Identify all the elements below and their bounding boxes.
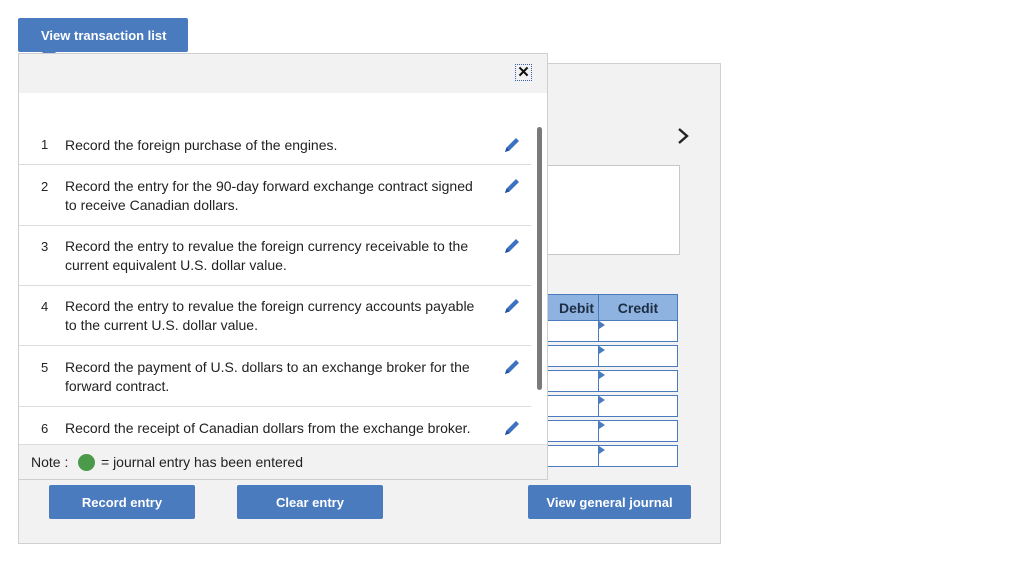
credit-cell[interactable] (598, 320, 678, 342)
item-number: 6 (41, 421, 49, 436)
item-number: 3 (41, 239, 49, 254)
credit-cell[interactable] (598, 345, 678, 367)
cell-marker-icon (599, 446, 605, 454)
view-transaction-list-button[interactable]: View transaction list (18, 18, 188, 59)
transaction-item-4[interactable]: 4 Record the entry to revalue the foreig… (19, 286, 531, 346)
transaction-item-1[interactable]: 1 Record the foreign purchase of the eng… (19, 124, 531, 165)
view-general-journal-button[interactable]: View general journal (528, 485, 691, 519)
record-entry-button[interactable]: Record entry (49, 485, 195, 519)
pencil-icon[interactable] (501, 356, 523, 378)
transaction-item-2[interactable]: 2 Record the entry for the 90-day forwar… (19, 165, 531, 226)
credit-cell[interactable] (598, 395, 678, 417)
credit-cell[interactable] (598, 420, 678, 442)
pencil-icon[interactable] (501, 417, 523, 439)
transaction-item-3[interactable]: 3 Record the entry to revalue the foreig… (19, 226, 531, 286)
item-text: Record the foreign purchase of the engin… (65, 137, 338, 153)
item-text: Record the receipt of Canadian dollars f… (65, 420, 471, 436)
transaction-description-box (540, 165, 680, 255)
transaction-list-popup: ✕ 1 Record the foreign purchase of the e… (18, 53, 548, 480)
item-text: Record the payment of U.S. dollars to an… (65, 359, 470, 394)
cell-marker-icon (599, 421, 605, 429)
item-text: Record the entry for the 90-day forward … (65, 178, 473, 213)
debit-cell[interactable] (540, 395, 599, 417)
note-label: Note : (31, 454, 69, 470)
clear-entry-button[interactable]: Clear entry (237, 485, 383, 519)
debit-cell[interactable] (540, 445, 599, 467)
debit-header: Debit (540, 294, 599, 321)
transaction-item-5[interactable]: 5 Record the payment of U.S. dollars to … (19, 346, 531, 407)
debit-cell[interactable] (540, 320, 599, 342)
item-number: 2 (41, 179, 49, 194)
item-number: 5 (41, 360, 49, 375)
credit-cell[interactable] (598, 370, 678, 392)
list-scrollbar[interactable] (537, 127, 542, 390)
credit-header: Credit (598, 294, 678, 321)
cell-marker-icon (599, 321, 605, 329)
item-text: Record the entry to revalue the foreign … (65, 238, 469, 273)
view-transaction-list-label: View transaction list (41, 27, 167, 43)
popup-header: ✕ (19, 54, 547, 93)
pencil-icon[interactable] (501, 295, 523, 317)
debit-cell[interactable] (540, 345, 599, 367)
pencil-icon[interactable] (501, 235, 523, 257)
item-number: 4 (41, 299, 49, 314)
note-bar: Note : = journal entry has been entered (19, 444, 547, 479)
pencil-icon[interactable] (501, 134, 523, 156)
cell-marker-icon (599, 371, 605, 379)
pencil-icon[interactable] (501, 175, 523, 197)
cell-marker-icon (599, 346, 605, 354)
close-icon[interactable]: ✕ (515, 64, 532, 81)
cell-marker-icon (599, 396, 605, 404)
debit-cell[interactable] (540, 370, 599, 392)
next-chevron-icon[interactable] (676, 126, 690, 152)
note-text: = journal entry has been entered (101, 454, 303, 470)
entered-indicator-icon (78, 454, 95, 471)
credit-cell[interactable] (598, 445, 678, 467)
debit-cell[interactable] (540, 420, 599, 442)
item-text: Record the entry to revalue the foreign … (65, 298, 475, 333)
item-number: 1 (41, 137, 49, 152)
